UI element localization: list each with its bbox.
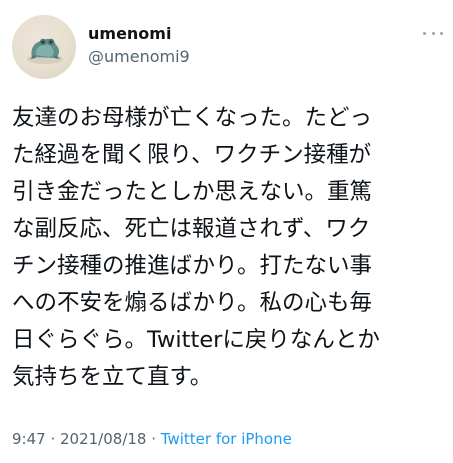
- tweet-text-line: 日ぐらぐら。Twitterに戻りなんとか: [12, 327, 380, 353]
- meta-separator: ·: [45, 430, 60, 448]
- tweet-text-line: 気持ちを立て直す。: [12, 364, 213, 390]
- dot: [431, 31, 435, 35]
- more-dots-icon[interactable]: [423, 30, 443, 36]
- dot: [440, 31, 443, 35]
- display-name[interactable]: umenomi: [88, 24, 171, 43]
- frog-figurine-icon: [27, 38, 63, 64]
- tweet-text-line: への不安を煽るばかり。私の心も毎: [12, 290, 373, 316]
- avatar[interactable]: [12, 15, 76, 79]
- tweet-time[interactable]: 9:47: [12, 430, 46, 448]
- tweet-text-line: 友達のお母様が亡くなった。たどっ: [12, 105, 373, 131]
- user-handle[interactable]: @umenomi9: [88, 47, 190, 66]
- tweet-date[interactable]: 2021/08/18: [60, 430, 146, 448]
- tweet-text: 友達のお母様が亡くなった。たどっ た経過を聞く限り、ワクチン接種が 引き金だった…: [12, 100, 444, 396]
- tweet-text-line: 引き金だったとしか思えない。重篤: [12, 179, 373, 205]
- meta-separator: ·: [146, 430, 161, 448]
- tweet-card: umenomi @umenomi9 友達のお母様が亡くなった。たどっ た経過を聞…: [0, 0, 453, 463]
- dot: [423, 31, 426, 35]
- tweet-source-link[interactable]: Twitter for iPhone: [161, 430, 292, 448]
- tweet-metadata: 9:47 · 2021/08/18 · Twitter for iPhone: [12, 430, 292, 448]
- tweet-text-line: た経過を聞く限り、ワクチン接種が: [12, 142, 372, 168]
- tweet-text-line: な副反応、死亡は報道されず、ワク: [12, 216, 371, 242]
- tweet-text-line: チン接種の推進ばかり。打たない事: [12, 253, 373, 279]
